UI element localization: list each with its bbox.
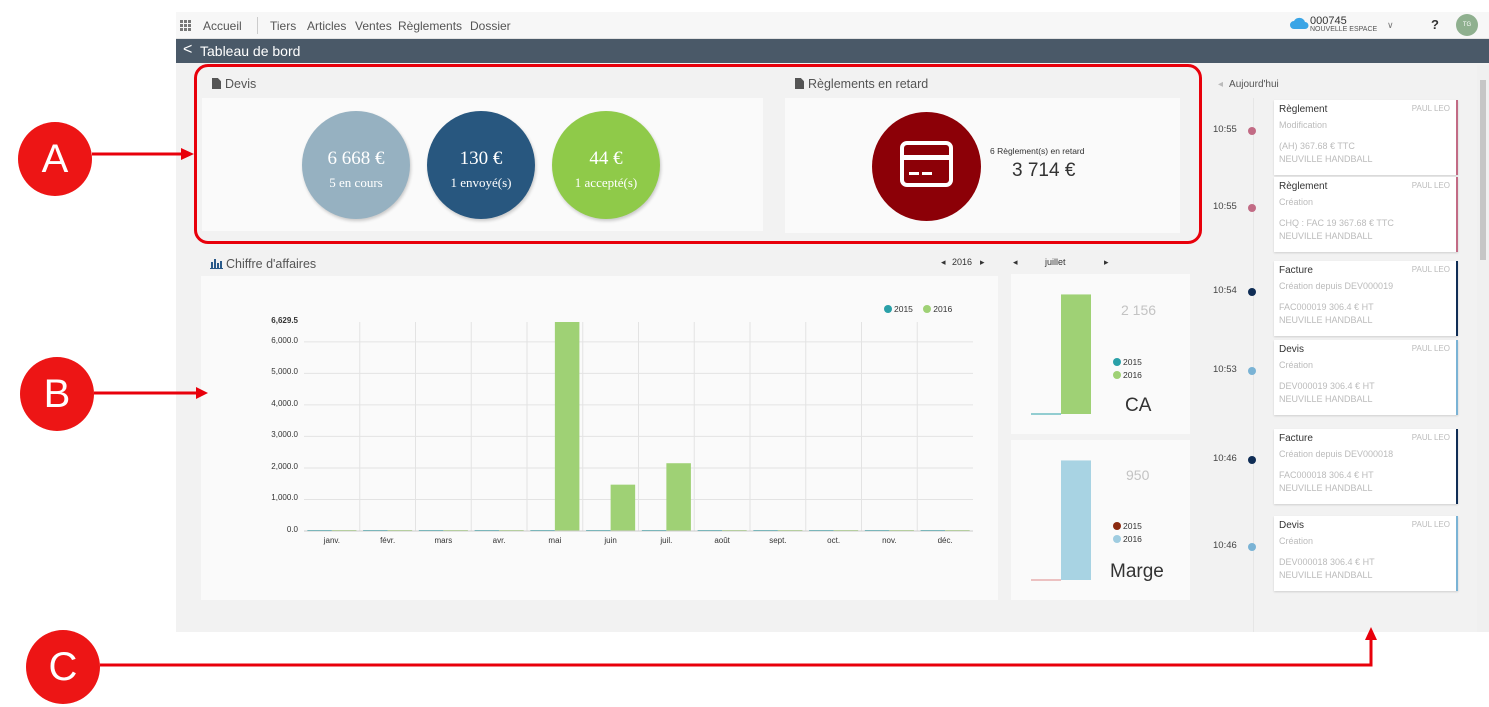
arrow-c bbox=[100, 627, 1377, 667]
arrow-a bbox=[92, 148, 194, 160]
arrow-b bbox=[94, 387, 208, 399]
annotation-arrows bbox=[92, 148, 1377, 667]
